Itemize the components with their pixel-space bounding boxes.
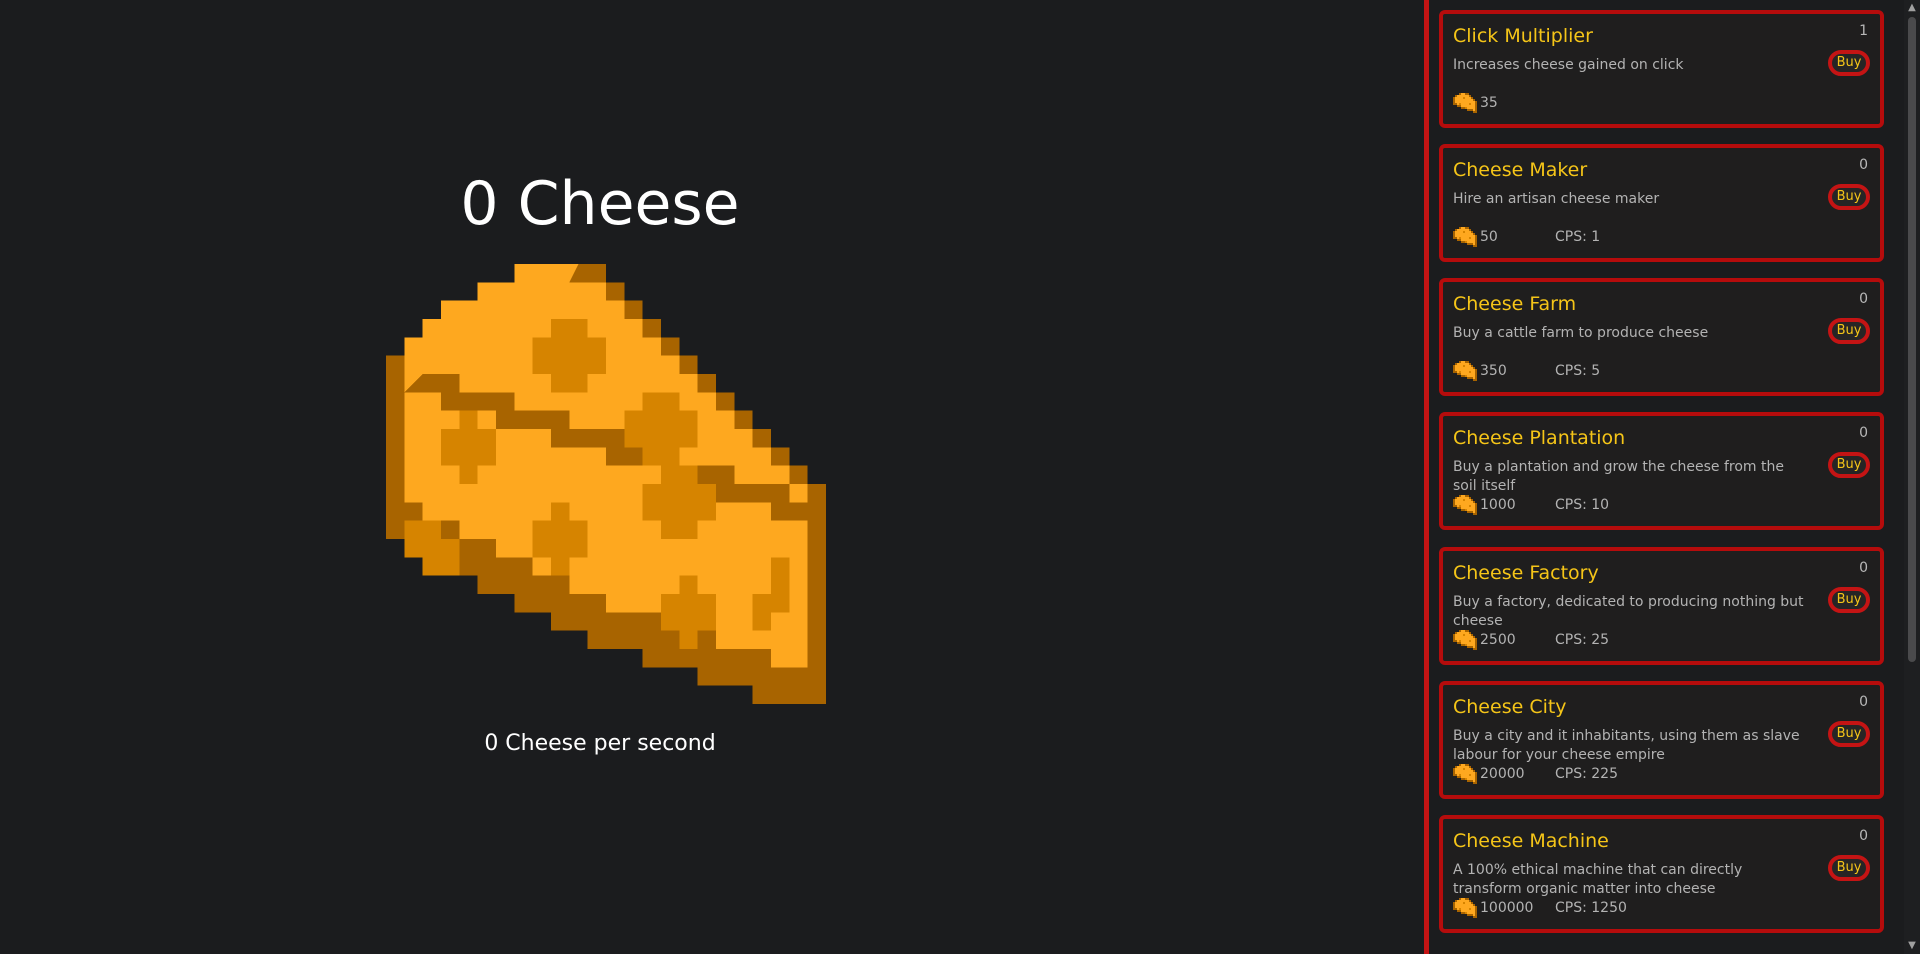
item-description: Buy a cattle farm to produce cheese [1453, 325, 1709, 341]
item-cps: CPS: 5 [1555, 363, 1601, 379]
item-owned-count: 0 [1859, 291, 1868, 307]
item-stats: 20000 CPS: 225 [1453, 763, 1618, 785]
item-description: Hire an artisan cheese maker [1453, 191, 1660, 207]
cheese-cost-icon [1453, 495, 1477, 515]
cheese-count: 0 Cheese [460, 169, 740, 239]
cheese-per-second: 0 Cheese per second [484, 731, 716, 756]
item-cost: 1000 [1480, 497, 1516, 513]
item-stats: 2500 CPS: 25 [1453, 629, 1609, 651]
item-cps: CPS: 1 [1555, 229, 1601, 245]
cheese-cost-icon [1453, 227, 1477, 247]
cheese-click-button[interactable] [386, 264, 826, 704]
shop-item: Cheese City 0 Buy a city and it inhabitant… [1439, 681, 1884, 799]
item-name: Cheese City [1453, 696, 1567, 718]
item-name: Cheese Farm [1453, 293, 1577, 315]
item-description: Buy a factory, dedicated to producing no… [1453, 594, 1804, 629]
item-stats: 50 CPS: 1 [1453, 226, 1600, 248]
buy-button[interactable]: Buy [1828, 721, 1870, 747]
item-cost: 20000 [1480, 766, 1525, 782]
shop-scrollbar[interactable]: ▲ ▼ [1904, 0, 1920, 954]
item-description: Buy a plantation and grow the cheese fro… [1453, 459, 1784, 494]
item-owned-count: 0 [1859, 828, 1868, 844]
item-description: Increases cheese gained on click [1453, 57, 1684, 73]
shop-panel: Click Multiplier 1 Increases cheese gained… [1429, 0, 1904, 954]
item-name: Cheese Machine [1453, 830, 1609, 852]
shop-item: Cheese Factory 0 Buy a factory, dedicated … [1439, 547, 1884, 665]
item-name: Cheese Maker [1453, 159, 1588, 181]
item-cps: CPS: 25 [1555, 632, 1610, 648]
shop-item: Cheese Plantation 0 Buy a plantation and g… [1439, 412, 1884, 530]
item-name: Click Multiplier [1453, 25, 1593, 47]
item-owned-count: 0 [1859, 157, 1868, 173]
item-name: Cheese Factory [1453, 562, 1599, 584]
item-cost: 50 [1480, 229, 1498, 245]
item-owned-count: 0 [1859, 560, 1868, 576]
scroll-up-arrow-icon[interactable]: ▲ [1904, 0, 1920, 16]
shop-item: Cheese Maker 0 Hire an artisan cheese make… [1439, 144, 1884, 262]
item-cost: 35 [1480, 95, 1498, 111]
item-description: Buy a city and it inhabitants, using the… [1453, 728, 1800, 763]
buy-button[interactable]: Buy [1828, 50, 1870, 76]
cheese-icon [386, 264, 826, 704]
cheese-cost-icon [1453, 361, 1477, 381]
item-cost: 2500 [1480, 632, 1516, 648]
cheese-cost-icon [1453, 93, 1477, 113]
item-description: A 100% ethical machine that can directly… [1453, 862, 1743, 897]
shop-item: Cheese Machine 0 A 100% ethical machine th… [1439, 815, 1884, 933]
shop-item: Click Multiplier 1 Increases cheese gained… [1439, 10, 1884, 128]
item-cost: 350 [1480, 363, 1507, 379]
scroll-down-arrow-icon[interactable]: ▼ [1904, 938, 1920, 954]
item-owned-count: 0 [1859, 425, 1868, 441]
buy-button[interactable]: Buy [1828, 452, 1870, 478]
item-name: Cheese Plantation [1453, 427, 1626, 449]
buy-button[interactable]: Buy [1828, 318, 1870, 344]
buy-button[interactable]: Buy [1828, 587, 1870, 613]
scroll-thumb[interactable] [1908, 17, 1916, 662]
buy-button[interactable]: Buy [1828, 855, 1870, 881]
item-stats: 1000 CPS: 10 [1453, 494, 1609, 516]
item-stats: 350 CPS: 5 [1453, 360, 1600, 382]
game-area: 0 Cheese 0 Cheese per second [0, 0, 1424, 954]
item-cps: CPS: 1250 [1555, 900, 1627, 916]
item-cps: CPS: 10 [1555, 497, 1610, 513]
item-owned-count: 0 [1859, 694, 1868, 710]
cheese-cost-icon [1453, 764, 1477, 784]
item-cps: CPS: 225 [1555, 766, 1618, 782]
item-stats: 100000 CPS: 1250 [1453, 897, 1627, 919]
item-owned-count: 1 [1859, 23, 1868, 39]
cheese-cost-icon [1453, 630, 1477, 650]
buy-button[interactable]: Buy [1828, 184, 1870, 210]
cheese-cost-icon [1453, 898, 1477, 918]
shop-item: Cheese Farm 0 Buy a cattle farm to produce… [1439, 278, 1884, 396]
item-cost: 100000 [1480, 900, 1534, 916]
item-stats: 35 [1453, 92, 1555, 114]
